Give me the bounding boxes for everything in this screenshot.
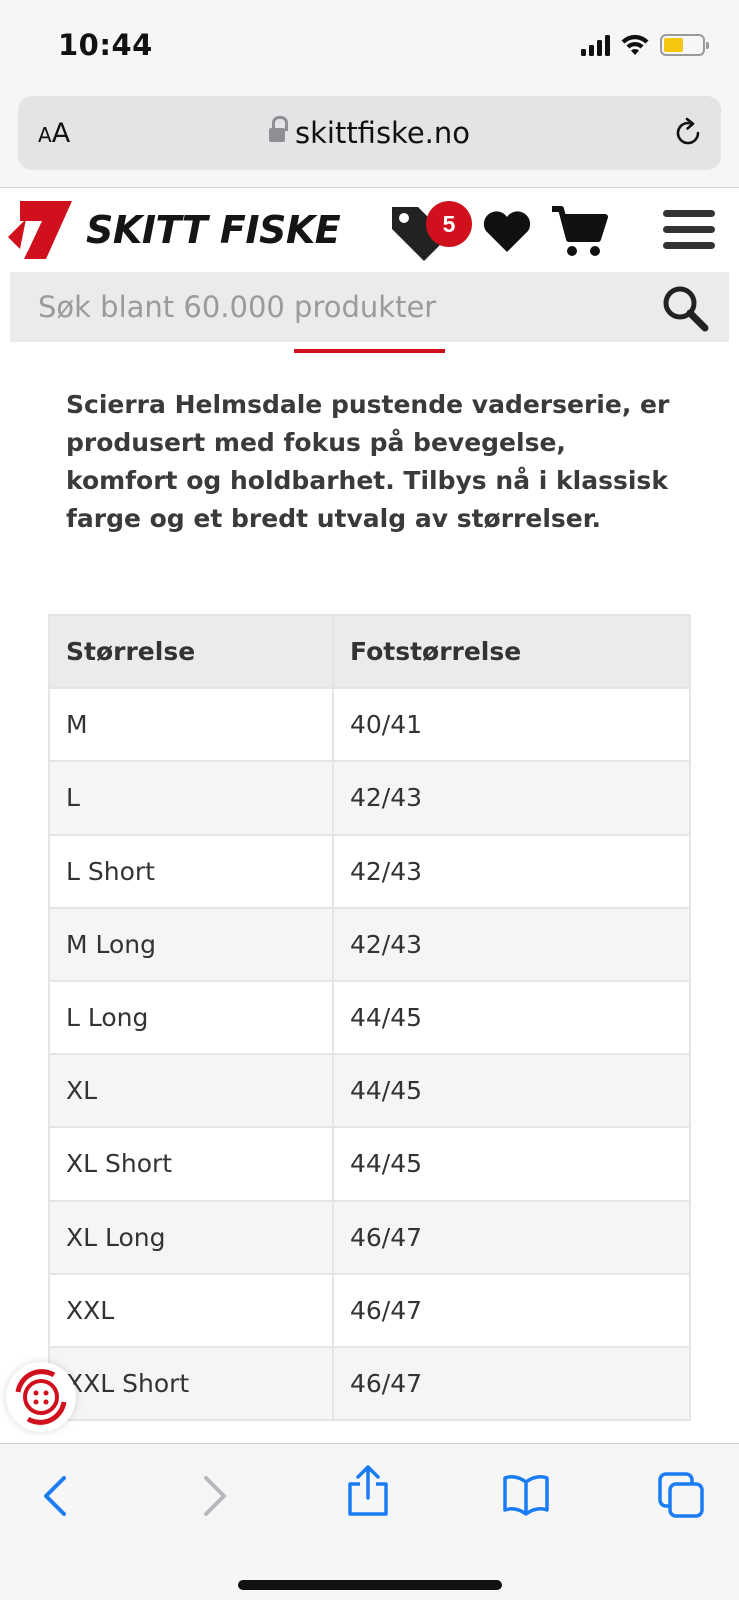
hamburger-menu-icon[interactable]: [663, 209, 715, 251]
table-row: L Long 44/45: [48, 979, 691, 1056]
header-size: Størrelse: [48, 613, 334, 690]
foot-size-cell: 42/43: [332, 833, 691, 909]
logo-text: SKITT FISKE: [86, 208, 341, 252]
signal-icon: [581, 34, 610, 56]
table-header-row: Størrelse Fotstørrelse: [48, 613, 691, 690]
floating-widget-button[interactable]: [6, 1362, 76, 1432]
foot-size-cell: 46/47: [332, 1272, 691, 1348]
url-text: skittfiske.no: [294, 116, 471, 150]
back-icon[interactable]: [40, 1474, 72, 1518]
forward-icon[interactable]: [198, 1474, 230, 1518]
browser-toolbar: [0, 1443, 739, 1600]
active-tab-indicator: [294, 349, 445, 353]
foot-size-cell: 42/43: [332, 906, 691, 982]
tabs-icon[interactable]: [658, 1472, 704, 1518]
url-display[interactable]: skittfiske.no: [18, 116, 721, 150]
heart-icon[interactable]: [482, 209, 532, 253]
size-cell: L Short: [48, 833, 334, 909]
site-header: SKITT FISKE 5: [0, 189, 739, 271]
foot-size-cell: 42/43: [332, 760, 691, 836]
browser-address-area: AA skittfiske.no: [0, 92, 739, 188]
foot-size-cell: 44/45: [332, 979, 691, 1056]
status-bar: 10:44: [0, 0, 739, 92]
status-time: 10:44: [58, 28, 153, 62]
size-table: Størrelse Fotstørrelse M 40/41 L 42/43 L S…: [48, 613, 691, 1422]
table-row: XL Long 46/47: [48, 1199, 691, 1275]
deals-count-badge: 5: [426, 201, 472, 247]
table-row: L Short 42/43: [48, 833, 691, 909]
home-indicator: [238, 1580, 502, 1590]
product-description: Scierra Helmsdale pustende vaderserie, e…: [66, 390, 670, 533]
search-icon[interactable]: [661, 284, 709, 332]
size-cell: M: [48, 687, 334, 763]
size-cell: XL Long: [48, 1199, 334, 1275]
cart-icon[interactable]: [550, 205, 608, 259]
bookmarks-icon[interactable]: [502, 1474, 550, 1516]
share-icon[interactable]: [346, 1464, 390, 1518]
foot-size-cell: 40/41: [332, 687, 691, 763]
foot-size-cell: 46/47: [332, 1345, 691, 1422]
wifi-icon: [621, 34, 649, 55]
foot-size-cell: 44/45: [332, 1126, 691, 1202]
search-bar[interactable]: Søk blant 60.000 produkter: [10, 272, 729, 342]
size-cell: L Long: [48, 979, 334, 1056]
lock-icon: [268, 116, 288, 144]
size-cell: XL Short: [48, 1126, 334, 1202]
table-row: XXL Short 46/47: [48, 1345, 691, 1422]
reel-badge-icon: [15, 1369, 67, 1425]
logo-mark-icon: [8, 201, 72, 259]
foot-size-cell: 46/47: [332, 1199, 691, 1275]
size-cell: XL: [48, 1053, 334, 1129]
size-cell: XXL: [48, 1272, 334, 1348]
table-row: M Long 42/43: [48, 906, 691, 982]
table-row: XL Short 44/45: [48, 1126, 691, 1202]
foot-size-cell: 44/45: [332, 1053, 691, 1129]
table-row: M 40/41: [48, 687, 691, 763]
site-logo[interactable]: SKITT FISKE: [6, 199, 341, 261]
table-row: XL 44/45: [48, 1053, 691, 1129]
header-foot-size: Fotstørrelse: [332, 613, 691, 690]
search-input[interactable]: Søk blant 60.000 produkter: [38, 290, 436, 324]
reload-icon[interactable]: [671, 116, 705, 150]
status-icons: [581, 34, 709, 56]
size-cell: XXL Short: [48, 1345, 334, 1422]
table-row: L 42/43: [48, 760, 691, 836]
size-cell: L: [48, 760, 334, 836]
address-bar[interactable]: AA skittfiske.no: [18, 96, 721, 170]
size-cell: M Long: [48, 906, 334, 982]
table-row: XXL 46/47: [48, 1272, 691, 1348]
battery-icon: [660, 34, 709, 56]
